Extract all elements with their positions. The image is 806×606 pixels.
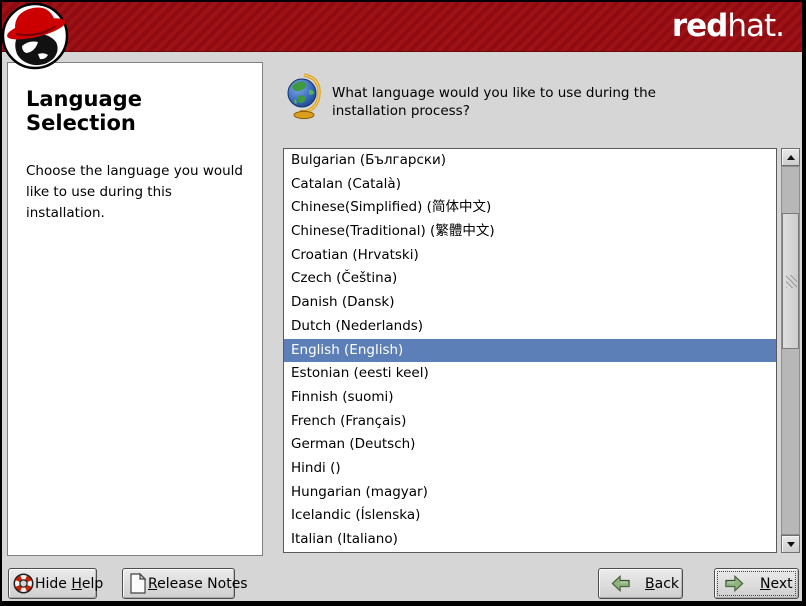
brand-bold: red [672, 8, 728, 44]
scrollbar-thumb[interactable] [782, 213, 799, 349]
scroll-down-button[interactable] [781, 535, 800, 553]
list-item[interactable]: Italian (Italiano) [284, 528, 776, 552]
lifebuoy-icon [12, 572, 35, 595]
triangle-down-icon [787, 542, 795, 547]
list-item[interactable]: Chinese(Traditional) (繁體中文) [284, 220, 776, 244]
list-item[interactable]: Czech (Čeština) [284, 267, 776, 291]
redhat-shadowman-logo [2, 2, 80, 72]
list-item[interactable]: Danish (Dansk) [284, 291, 776, 315]
brand-light: hat. [727, 8, 784, 44]
list-item[interactable]: Chinese(Simplified) (简体中文) [284, 196, 776, 220]
list-item[interactable]: Hungarian (magyar) [284, 481, 776, 505]
next-button[interactable]: Next [714, 568, 799, 599]
list-item[interactable]: Finnish (suomi) [284, 386, 776, 410]
list-item[interactable]: Dutch (Nederlands) [284, 315, 776, 339]
list-item[interactable]: English (English) [284, 339, 776, 363]
list-item[interactable]: German (Deutsch) [284, 433, 776, 457]
next-label: Next [760, 576, 793, 592]
arrow-left-icon [611, 575, 631, 592]
release-notes-label: Release Notes [148, 576, 248, 592]
release-notes-button[interactable]: Release Notes [122, 568, 235, 599]
arrow-right-icon [724, 575, 744, 592]
scroll-up-button[interactable] [781, 148, 800, 166]
list-item[interactable]: French (Français) [284, 410, 776, 434]
question-text: What language would you like to use duri… [332, 84, 712, 120]
list-item[interactable]: Croatian (Hrvatski) [284, 244, 776, 268]
document-icon [128, 572, 148, 595]
language-list-scrollbar[interactable] [781, 148, 800, 553]
list-item[interactable]: Catalan (Català) [284, 173, 776, 197]
list-item[interactable]: Bulgarian (Български) [284, 149, 776, 173]
help-panel: Language Selection Choose the language y… [7, 62, 263, 556]
back-button[interactable]: Back [598, 568, 683, 599]
hide-help-button[interactable]: Hide Help [8, 568, 97, 599]
page-title: Language Selection [26, 87, 244, 135]
scrollbar-track[interactable] [781, 166, 800, 535]
brand-wordmark: redhat. [672, 8, 784, 44]
list-item[interactable]: Hindi () [284, 457, 776, 481]
header-banner: redhat. [0, 0, 806, 52]
help-text: Choose the language you would like to us… [26, 161, 246, 224]
back-label: Back [645, 576, 679, 592]
triangle-up-icon [787, 155, 795, 160]
list-item[interactable]: Estonian (eesti keel) [284, 362, 776, 386]
language-list[interactable]: Bulgarian (Български)Catalan (Català)Chi… [283, 148, 777, 553]
globe-icon [286, 72, 326, 120]
list-item[interactable]: Icelandic (Íslenska) [284, 504, 776, 528]
hide-help-label: Hide Help [35, 576, 103, 592]
